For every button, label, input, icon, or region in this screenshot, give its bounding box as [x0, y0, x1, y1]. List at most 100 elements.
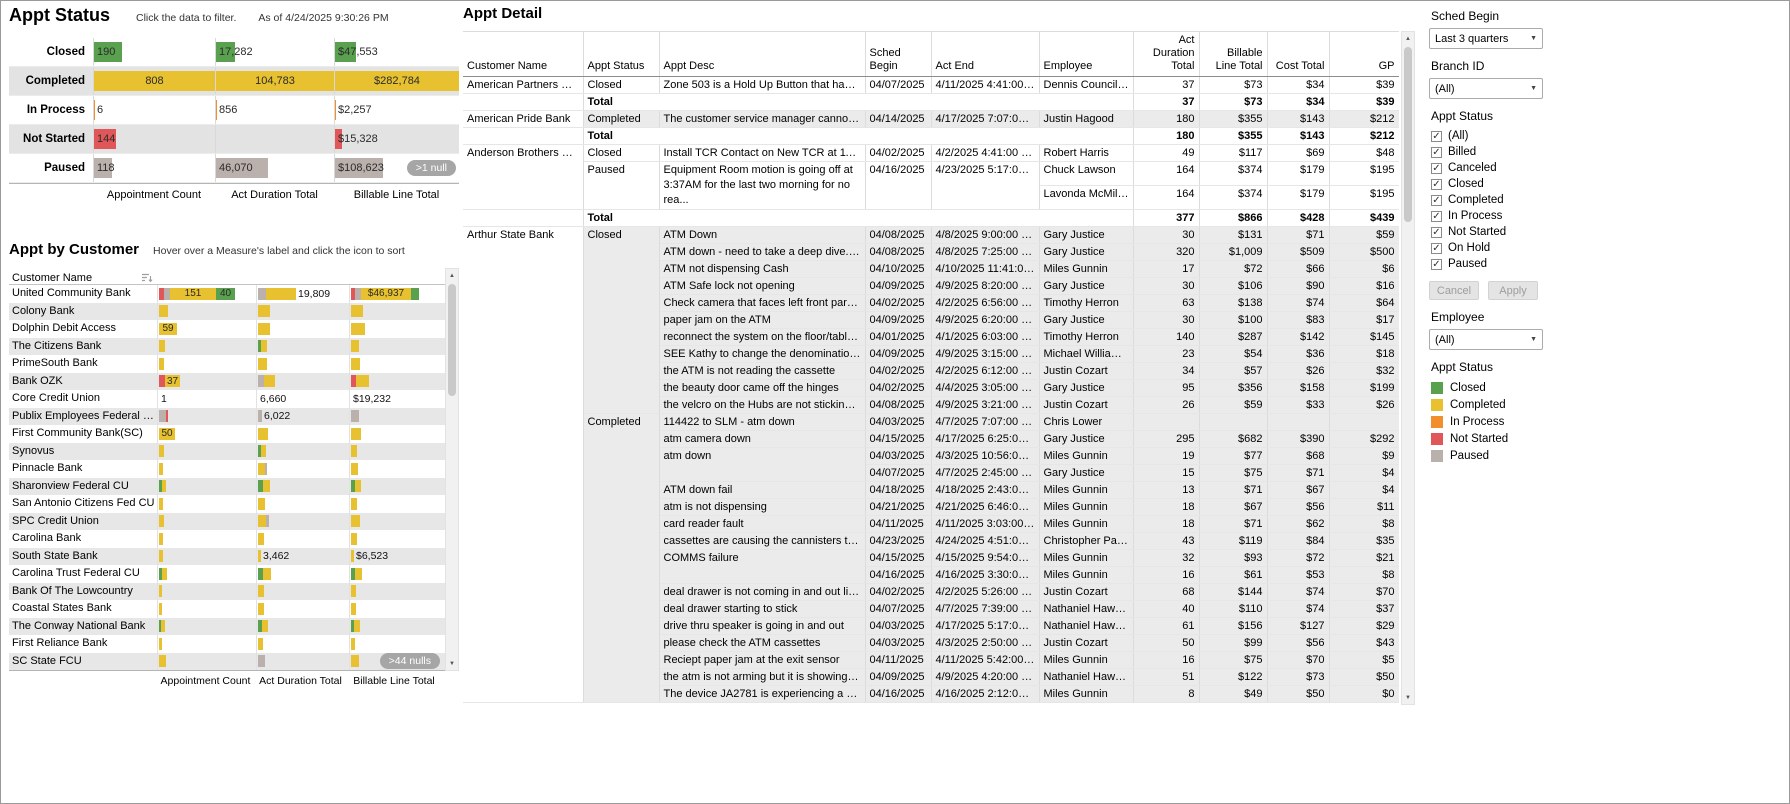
employee-cell[interactable]: Gary Justice: [1039, 431, 1133, 448]
bar-segment[interactable]: [351, 463, 358, 475]
filter-option-in-process[interactable]: ✓In Process: [1431, 208, 1561, 224]
measure-bar-cell[interactable]: [256, 338, 349, 356]
cost-total-cell[interactable]: $36: [1267, 346, 1329, 363]
filter-option-all[interactable]: ✓(All): [1431, 128, 1561, 144]
billable-line-cell[interactable]: $71: [1199, 482, 1267, 499]
sched-begin-dropdown[interactable]: Last 3 quarters ▼: [1429, 28, 1543, 49]
act-duration-cell[interactable]: 15: [1133, 465, 1199, 482]
bar-segment[interactable]: [162, 480, 166, 492]
employee-cell[interactable]: Robert Harris: [1039, 145, 1133, 162]
act-end-cell[interactable]: 4/3/2025 2:50:00 PM: [931, 635, 1039, 652]
appt-status-cell[interactable]: Closed: [583, 145, 659, 162]
measure-bar-cell[interactable]: [256, 320, 349, 338]
act-duration-cell[interactable]: 43: [1133, 533, 1199, 550]
billable-line-cell[interactable]: $119: [1199, 533, 1267, 550]
act-duration-cell[interactable]: 18: [1133, 516, 1199, 533]
measure-bar-cell[interactable]: [256, 653, 349, 671]
act-duration-cell[interactable]: 18: [1133, 499, 1199, 516]
measure-bar-cell[interactable]: [157, 635, 256, 653]
act-end-cell[interactable]: 4/8/2025 7:25:00 PM: [931, 244, 1039, 261]
apply-button[interactable]: Apply: [1488, 281, 1538, 300]
sched-begin-cell[interactable]: 04/18/2025: [865, 482, 931, 499]
measure-bar-cell[interactable]: [349, 530, 443, 548]
col-header-appt-status[interactable]: Appt Status: [583, 32, 659, 77]
appt-desc-cell[interactable]: ATM Safe lock not opening: [659, 278, 865, 295]
gp-cell[interactable]: $26: [1329, 397, 1399, 414]
appt-desc-cell[interactable]: SEE Kathy to change the denominations on…: [659, 346, 865, 363]
appt-desc-cell[interactable]: please check the ATM cassettes: [659, 635, 865, 652]
measure-bar-cell[interactable]: [349, 600, 443, 618]
act-duration-cell[interactable]: 30: [1133, 278, 1199, 295]
cost-total-cell[interactable]: $74: [1267, 584, 1329, 601]
measure-bar-cell[interactable]: [157, 600, 256, 618]
legend-item-paused[interactable]: Paused: [1431, 447, 1561, 464]
act-duration-cell[interactable]: 68: [1133, 584, 1199, 601]
employee-cell[interactable]: Nathaniel Hawth...: [1039, 669, 1133, 686]
measure-bar-cell[interactable]: [157, 460, 256, 478]
employee-cell[interactable]: Nathaniel Hawth...: [1039, 618, 1133, 635]
measure-bar-cell[interactable]: [157, 513, 256, 531]
gp-cell[interactable]: $4: [1329, 482, 1399, 499]
cancel-button[interactable]: Cancel: [1429, 281, 1479, 300]
gp-cell[interactable]: $64: [1329, 295, 1399, 312]
act-duration-cell[interactable]: 50: [1133, 635, 1199, 652]
employee-cell[interactable]: Gary Justice: [1039, 312, 1133, 329]
bar-segment[interactable]: [355, 480, 361, 492]
sched-begin-cell[interactable]: 04/15/2025: [865, 431, 931, 448]
customer-name-cell[interactable]: American Partners FCU: [463, 77, 583, 94]
billable-line-cell[interactable]: $355: [1199, 111, 1267, 128]
bar-segment[interactable]: 40: [216, 288, 235, 300]
status-bar-cell[interactable]: $108,623>1 null: [334, 154, 459, 182]
employee-cell[interactable]: Miles Gunnin: [1039, 516, 1133, 533]
customer-scrollbar[interactable]: ▲ ▼: [445, 268, 459, 671]
bar-segment[interactable]: [159, 358, 164, 370]
bar-segment[interactable]: [162, 568, 167, 580]
appt-desc-cell[interactable]: the atm is not arming but it is showing …: [659, 669, 865, 686]
sched-begin-cell[interactable]: 04/23/2025: [865, 533, 931, 550]
act-duration-cell[interactable]: 16: [1133, 652, 1199, 669]
appt-desc-cell[interactable]: deal drawer starting to stick: [659, 601, 865, 618]
act-end-cell[interactable]: 4/11/2025 3:03:00 PM: [931, 516, 1039, 533]
bar-segment[interactable]: [258, 410, 262, 422]
bar-segment[interactable]: 59: [159, 323, 177, 335]
measure-bar-cell[interactable]: $19,232: [349, 390, 443, 408]
employee-cell[interactable]: Miles Gunnin: [1039, 652, 1133, 669]
appt-desc-cell[interactable]: paper jam on the ATM: [659, 312, 865, 329]
sched-begin-cell[interactable]: 04/03/2025: [865, 414, 931, 431]
status-bar-cell[interactable]: $2,257: [334, 96, 459, 124]
gp-cell[interactable]: $0: [1329, 686, 1399, 703]
cost-total-cell[interactable]: $66: [1267, 261, 1329, 278]
customer-name[interactable]: Bank Of The Lowcountry: [9, 583, 157, 601]
act-end-cell[interactable]: 4/10/2025 11:41:00 PM: [931, 261, 1039, 278]
cost-total-cell[interactable]: $390: [1267, 431, 1329, 448]
sched-begin-cell[interactable]: 04/02/2025: [865, 363, 931, 380]
customer-name[interactable]: Carolina Trust Federal CU: [9, 565, 157, 583]
appt-status-cell[interactable]: Completed: [583, 414, 659, 703]
sched-begin-cell[interactable]: 04/01/2025: [865, 329, 931, 346]
bar-segment[interactable]: [261, 340, 267, 352]
measure-bar-cell[interactable]: [349, 320, 443, 338]
billable-line-cell[interactable]: $77: [1199, 448, 1267, 465]
gp-cell[interactable]: $59: [1329, 227, 1399, 244]
cost-total-cell[interactable]: $73: [1267, 669, 1329, 686]
gp-cell[interactable]: $35: [1329, 533, 1399, 550]
bar-segment[interactable]: [258, 463, 265, 475]
measure-bar-cell[interactable]: [349, 635, 443, 653]
status-bar-cell[interactable]: $15,328: [334, 125, 459, 153]
bar-segment[interactable]: [161, 620, 165, 632]
cost-total-cell[interactable]: [1267, 414, 1329, 431]
status-bar-cell[interactable]: $47,553: [334, 38, 459, 66]
sched-begin-cell[interactable]: 04/10/2025: [865, 261, 931, 278]
billable-line-cell[interactable]: $75: [1199, 465, 1267, 482]
act-duration-cell[interactable]: 30: [1133, 312, 1199, 329]
billable-line-cell[interactable]: $73: [1199, 77, 1267, 94]
employee-cell[interactable]: Miles Gunnin: [1039, 261, 1133, 278]
measure-bar-cell[interactable]: [256, 618, 349, 636]
bar-segment[interactable]: [258, 638, 263, 650]
measure-bar-cell[interactable]: [349, 338, 443, 356]
billable-line-cell[interactable]: $57: [1199, 363, 1267, 380]
sched-begin-cell[interactable]: 04/09/2025: [865, 669, 931, 686]
appt-status-cell[interactable]: Completed: [583, 111, 659, 128]
sched-begin-cell[interactable]: 04/08/2025: [865, 397, 931, 414]
bar-segment[interactable]: [351, 585, 356, 597]
